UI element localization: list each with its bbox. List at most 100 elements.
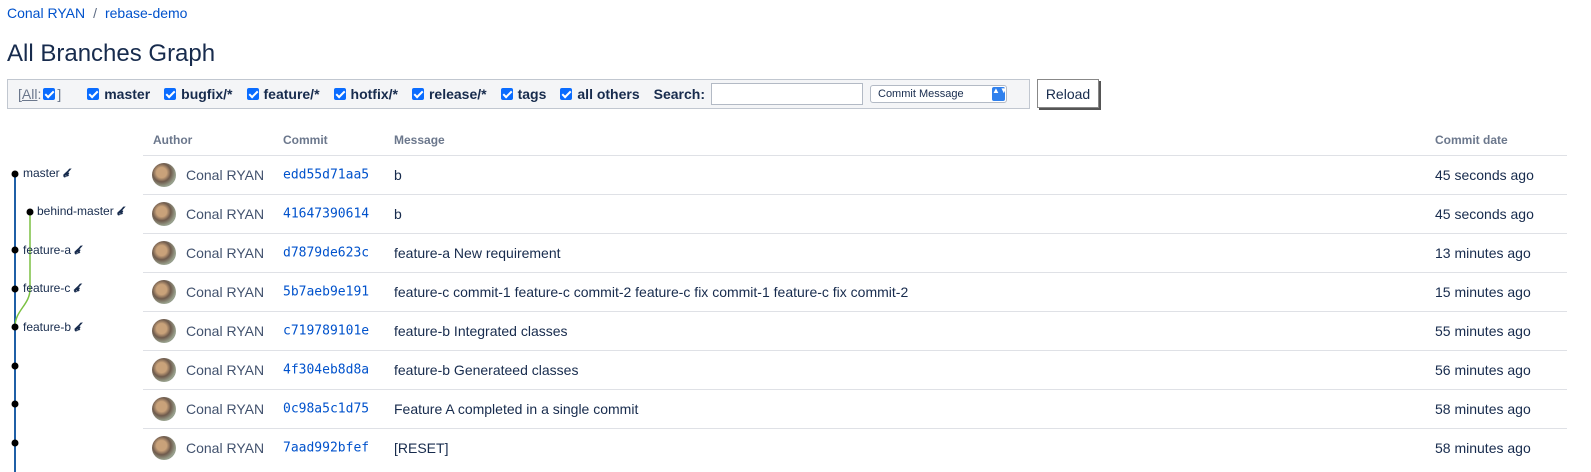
commit-node [11,400,19,408]
author-name: Conal RYAN [186,206,265,222]
branch-label-feature-a[interactable]: feature-a 𝓫 [23,243,80,258]
filter-feature-checkbox[interactable] [246,88,259,100]
commit-date: 15 minutes ago [1435,284,1531,300]
branch-icon: 𝓫 [74,243,81,257]
commit-message: [RESET] [394,440,449,456]
author-name: Conal RYAN [186,440,265,456]
branch-label-behind-master[interactable]: behind-master 𝓫 [37,204,123,219]
all-colon: : [37,86,42,102]
commit-message: b [394,167,402,183]
commit-hash-link[interactable]: 4f304eb8d8a [283,363,369,378]
filter-tags-checkbox[interactable] [500,88,513,100]
commit-hash-link[interactable]: c719789101e [283,324,369,339]
filter-release-label: release/* [428,86,487,102]
commit-message: feature-b Generateed classes [394,362,579,378]
commit-node [11,439,19,447]
commit-date: 55 minutes ago [1435,323,1531,339]
commit-node [11,323,19,331]
search-mode-value: Commit Message [878,88,964,100]
commit-message: feature-a New requirement [394,245,561,261]
author-name: Conal RYAN [186,284,265,300]
commit-hash-link[interactable]: d7879de623c [283,246,369,261]
avatar [152,397,176,421]
commit-node [11,285,19,293]
filter-feature[interactable]: feature/* [246,86,320,102]
commit-date: 58 minutes ago [1435,401,1531,417]
commit-date: 56 minutes ago [1435,362,1531,378]
avatar [152,280,176,304]
filter-master[interactable]: master [87,86,150,102]
filter-bugfix[interactable]: bugfix/* [164,86,233,102]
header-commit: Commit [283,133,328,147]
branch-icon: 𝓫 [73,281,80,295]
branch-icon: 𝓫 [74,320,81,334]
all-link[interactable]: All [22,86,38,102]
author-name: Conal RYAN [186,245,265,261]
filter-master-checkbox[interactable] [87,88,100,100]
commit-hash-link[interactable]: 7aad992bfef [283,441,369,456]
reload-button[interactable]: Reload [1037,79,1099,108]
select-arrows-icon: ▲▼ [992,87,1008,101]
avatar [152,202,176,226]
filter-all-others[interactable]: all others [560,86,640,102]
table-header: Author Commit Message Commit date [0,131,1591,155]
filter-all-others-checkbox[interactable] [560,88,573,100]
commit-node [26,208,34,216]
page-title: All Branches Graph [7,40,216,67]
avatar [152,241,176,265]
branch-filter-bar: [All:] master bugfix/* feature/* hotfix/… [7,79,1030,109]
all-bracket-close: ] [57,86,62,102]
filter-tags[interactable]: tags [500,86,547,102]
branch-graph [11,170,34,472]
table-row[interactable]: Conal RYAN d7879de623c feature-a New requi… [143,233,1567,272]
branch-label-master[interactable]: master 𝓫 [23,166,69,181]
commit-date: 45 seconds ago [1435,206,1534,222]
filter-release-checkbox[interactable] [411,88,424,100]
commit-message: b [394,206,402,222]
commit-hash-link[interactable]: 5b7aeb9e191 [283,285,369,300]
breadcrumb-owner-link[interactable]: Conal RYAN [7,5,85,21]
filter-hotfix-label: hotfix/* [350,86,398,102]
table-row[interactable]: Conal RYAN c719789101e feature-b Integrate… [143,311,1567,350]
commit-message: Feature A completed in a single commit [394,401,639,417]
author-name: Conal RYAN [186,362,265,378]
search-mode-select[interactable]: Commit Message ▲▼ [870,85,1008,103]
branch-icon: 𝓫 [62,166,69,180]
author-name: Conal RYAN [186,167,265,183]
table-row[interactable]: Conal RYAN 5b7aeb9e191 feature-c commit-1 … [143,272,1567,311]
filter-release[interactable]: release/* [411,86,487,102]
table-row[interactable]: Conal RYAN 4f304eb8d8a feature-b Generatee… [143,350,1567,389]
branch-icon: 𝓫 [116,204,123,218]
commit-date: 58 minutes ago [1435,440,1531,456]
commit-hash-link[interactable]: 41647390614 [283,207,369,222]
breadcrumb: Conal RYAN / rebase-demo [7,5,187,21]
avatar [152,163,176,187]
commit-date: 13 minutes ago [1435,245,1531,261]
branch-label-feature-b[interactable]: feature-b 𝓫 [23,320,80,335]
branch-label-feature-c[interactable]: feature-c 𝓫 [23,281,79,296]
header-author: Author [153,133,193,147]
search-label: Search: [653,86,705,102]
breadcrumb-separator: / [93,5,97,21]
table-row[interactable]: Conal RYAN 0c98a5c1d75 Feature A completed… [143,389,1567,428]
filter-hotfix-checkbox[interactable] [333,88,346,100]
search-input[interactable] [711,83,863,105]
filter-feature-label: feature/* [263,86,320,102]
breadcrumb-repo-link[interactable]: rebase-demo [105,5,188,21]
all-toggle: [All:] [18,86,61,102]
commit-hash-link[interactable]: edd55d71aa5 [283,168,369,183]
filter-tags-label: tags [517,86,547,102]
commit-hash-link[interactable]: 0c98a5c1d75 [283,402,369,417]
commit-node [11,170,19,178]
header-message: Message [394,133,445,147]
all-checkbox[interactable] [43,88,56,100]
commit-message: feature-c commit-1 feature-c commit-2 fe… [394,284,909,300]
commit-node [11,362,19,370]
filter-all-others-label: all others [577,86,640,102]
table-row[interactable]: Conal RYAN edd55d71aa5 b 45 seconds ago [143,155,1567,194]
table-row[interactable]: Conal RYAN 41647390614 b 45 seconds ago [143,194,1567,233]
filter-bugfix-checkbox[interactable] [164,88,177,100]
commit-message: feature-b Integrated classes [394,323,568,339]
filter-hotfix[interactable]: hotfix/* [333,86,398,102]
table-row[interactable]: Conal RYAN 7aad992bfef [RESET] 58 minutes a… [143,428,1567,467]
